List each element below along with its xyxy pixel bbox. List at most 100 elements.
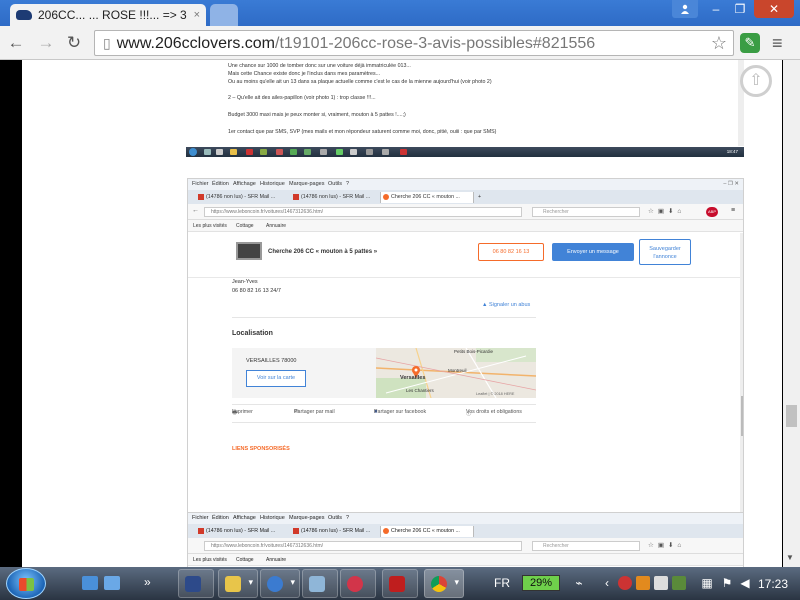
inner-scrollbar[interactable] — [740, 233, 743, 542]
address-bar[interactable]: ▯ www.206cclovers.com/t19101-206cc-rose-3… — [94, 30, 734, 56]
hamburger-menu-icon[interactable]: ≡ — [772, 33, 783, 54]
new-tab-button[interactable] — [210, 4, 238, 26]
start-button[interactable] — [6, 568, 46, 599]
bookmark-item[interactable]: Les plus visités — [193, 557, 227, 563]
windows-logo-icon — [19, 578, 34, 591]
minimize-button[interactable]: – — [704, 0, 728, 18]
bookmark-item[interactable]: Annuaire — [266, 223, 286, 229]
firefox-url-bar[interactable]: https://www.leboncoin.fr/voitures/146731… — [204, 207, 522, 217]
menu-marque-pages[interactable]: Marque-pages — [289, 515, 324, 521]
tray-app-icon[interactable] — [636, 576, 650, 590]
bookmark-item[interactable]: Annuaire — [266, 557, 286, 563]
firefox-tab-active[interactable]: Cherche 206 CC « mouton ... — [380, 192, 474, 203]
security-alert-icon[interactable] — [618, 576, 632, 590]
firefox-search-field[interactable]: Rechercher — [532, 207, 640, 217]
back-arrow-icon[interactable]: ← — [192, 207, 199, 214]
browser-tab-active[interactable]: 206CC... ... ROSE !!!... => 3 × — [10, 4, 206, 26]
new-tab-button[interactable]: + — [476, 192, 488, 203]
post-image-3[interactable]: Fichier Édition Affichage Historique Mar… — [187, 512, 744, 567]
bookmark-star-icon[interactable]: ☆ — [711, 31, 727, 55]
firefox-tab[interactable]: (14786 non lus) - SFR Mail ... — [291, 526, 381, 537]
adblock-icon[interactable]: ABP — [706, 207, 718, 217]
menu-edition[interactable]: Édition — [212, 515, 229, 521]
language-indicator[interactable]: FR — [494, 576, 510, 590]
location-card: VERSAILLES 78000 Voir sur la carte Petit… — [232, 348, 536, 398]
page-scrollbar[interactable]: ▼ — [783, 60, 800, 567]
mini-app-icon — [216, 149, 223, 155]
maximize-button[interactable]: ❐ — [728, 0, 752, 18]
taskbar-itunes-button[interactable] — [340, 569, 376, 598]
power-plug-icon[interactable]: ⌁ — [572, 576, 586, 590]
sfr-favicon-icon — [293, 194, 299, 200]
system-clock[interactable]: 17:23 — [758, 577, 788, 591]
scroll-top-button[interactable]: ⇧ — [740, 65, 772, 97]
taskbar-filezilla-button[interactable] — [382, 569, 418, 598]
firefox-toolbar-icons[interactable]: ☆▣⬇⌂ — [648, 207, 685, 215]
scroll-down-arrow-icon[interactable]: ▼ — [786, 553, 794, 562]
evernote-clip-icon[interactable]: ✎ — [740, 33, 760, 53]
tray-chevron-icon[interactable]: ‹ — [600, 576, 614, 590]
firefox-toolbar-icons[interactable]: ☆▣⬇⌂ — [648, 541, 685, 549]
menu-affichage[interactable]: Affichage — [233, 515, 256, 521]
phone-button[interactable]: 06 80 82 16 13 — [478, 243, 544, 261]
save-ad-button[interactable]: Sauvegarder l'annonce — [639, 239, 691, 265]
back-arrow-icon[interactable]: ← — [6, 33, 26, 53]
firefox-tab-active[interactable]: Cherche 206 CC « mouton ... — [380, 526, 474, 537]
taskbar-app-button[interactable] — [302, 569, 338, 598]
reload-icon[interactable]: ↻ — [64, 33, 84, 53]
network-icon[interactable]: ▦ — [700, 576, 714, 590]
taskbar-explorer-button[interactable]: ▾ — [218, 569, 258, 598]
battery-indicator[interactable]: 29% — [522, 575, 560, 591]
post-image-2[interactable]: Fichier Édition Affichage Historique Mar… — [187, 178, 744, 554]
close-window-button[interactable]: ✕ — [754, 0, 794, 18]
quicklaunch-chevron-icon[interactable]: » — [144, 575, 151, 589]
firefox-tab[interactable]: (14786 non lus) - SFR Mail ... — [291, 192, 381, 203]
user-icon[interactable] — [672, 0, 698, 18]
ad-thumbnail[interactable] — [236, 242, 262, 260]
post-text-line: Une chance sur 1000 de tomber donc sur u… — [228, 63, 411, 69]
tray-app-icon[interactable] — [672, 576, 686, 590]
taskbar-app-button[interactable] — [178, 569, 214, 598]
switch-windows-icon[interactable] — [104, 576, 120, 590]
post-image-1[interactable]: Une chance sur 1000 de tomber donc sur u… — [186, 60, 744, 158]
menu-historique[interactable]: Historique — [260, 181, 285, 187]
taskbar-chrome-button[interactable]: ▾ — [424, 569, 464, 598]
taskbar-app-button[interactable]: ▾ — [260, 569, 300, 598]
browser-toolbar: ← → ↻ ▯ www.206cclovers.com/t19101-206cc-… — [0, 26, 800, 60]
firefox-search-field[interactable]: Rechercher — [532, 541, 640, 551]
bookmark-item[interactable]: Cottage — [236, 557, 254, 563]
forward-arrow-icon[interactable]: → — [36, 33, 56, 53]
page-info-icon[interactable]: ▯ — [103, 35, 111, 51]
hamburger-menu-icon[interactable]: ≡ — [731, 207, 735, 214]
firefox-tab[interactable]: (14786 non lus) - SFR Mail ... — [196, 192, 290, 203]
show-desktop-icon[interactable] — [82, 576, 98, 590]
firefox-menubar: Fichier Édition Affichage Historique Mar… — [188, 179, 743, 190]
menu-help[interactable]: ? — [346, 181, 349, 187]
menu-marque-pages[interactable]: Marque-pages — [289, 181, 324, 187]
location-map[interactable]: Petits Bois-Picardie Montreuil Versaille… — [376, 348, 536, 398]
menu-outils[interactable]: Outils — [328, 181, 342, 187]
firefox-url-bar[interactable]: https://www.leboncoin.fr/voitures/146731… — [204, 541, 522, 551]
menu-fichier[interactable]: Fichier — [192, 515, 209, 521]
menu-outils[interactable]: Outils — [328, 515, 342, 521]
report-abuse-link[interactable]: ▲ Signaler un abus — [482, 302, 530, 308]
flag-icon[interactable]: ⚑ — [720, 576, 734, 590]
send-message-button[interactable]: Envoyer un message — [552, 243, 634, 261]
tray-app-icon[interactable] — [654, 576, 668, 590]
menu-fichier[interactable]: Fichier — [192, 181, 209, 187]
map-attribution[interactable]: Leaflet | © 2018 HERE — [476, 392, 514, 396]
bookmark-item[interactable]: Cottage — [236, 223, 254, 229]
volume-icon[interactable]: ◀ — [738, 576, 752, 590]
menu-help[interactable]: ? — [346, 515, 349, 521]
view-map-button[interactable]: Voir sur la carte — [246, 370, 306, 387]
menu-affichage[interactable]: Affichage — [233, 181, 256, 187]
tab-close-icon[interactable]: × — [194, 9, 200, 21]
page-scroll-thumb[interactable] — [786, 405, 797, 427]
menu-edition[interactable]: Édition — [212, 181, 229, 187]
bookmark-item[interactable]: Les plus visités — [193, 223, 227, 229]
firefox-window-controls[interactable]: – ❐ ✕ — [723, 181, 739, 187]
inner-scroll-thumb[interactable] — [741, 396, 743, 436]
localisation-heading: Localisation — [232, 330, 273, 337]
menu-historique[interactable]: Historique — [260, 515, 285, 521]
firefox-tab[interactable]: (14786 non lus) - SFR Mail ... — [196, 526, 290, 537]
